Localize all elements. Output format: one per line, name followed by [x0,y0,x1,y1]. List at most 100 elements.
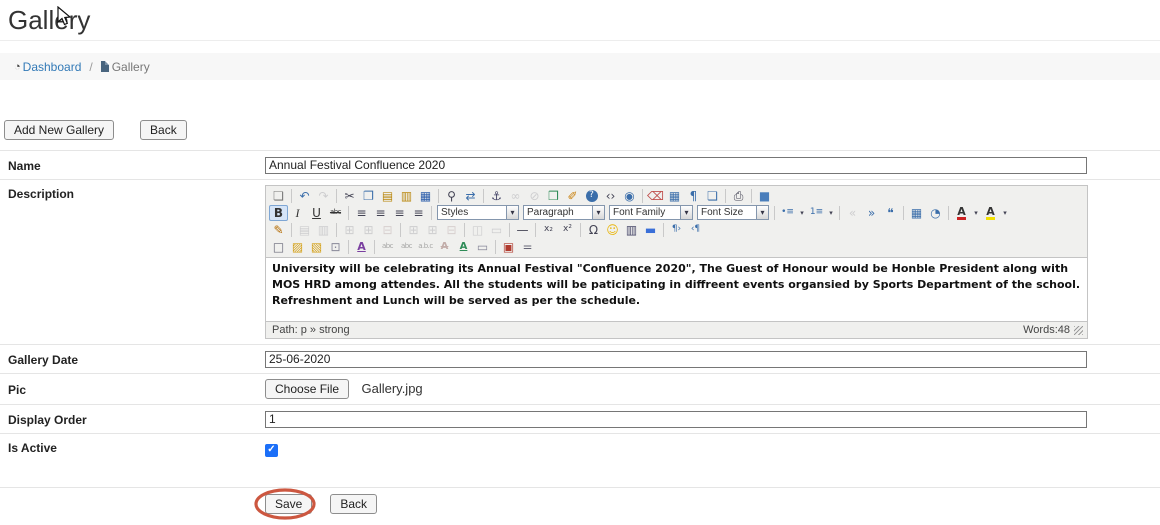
editor-content[interactable]: University will be celebrating its Annua… [266,257,1087,321]
find-replace-button[interactable]: ⇄ [461,188,480,204]
abbreviation-button[interactable]: abc [397,239,416,255]
display-order-label: Display Order [8,411,265,427]
copy-button[interactable]: ❐ [359,188,378,204]
bring-forward-button[interactable]: ▨ [288,239,307,255]
insert-image-button[interactable]: ❒ [544,188,563,204]
merge-cells-button[interactable]: ▭ [487,222,506,238]
print-button[interactable]: ⎙ [729,188,748,204]
insert-edit-table-button[interactable]: ✎ [269,222,288,238]
redo-button[interactable]: ↷ [314,188,333,204]
horizontal-rule-button[interactable]: — [513,222,532,238]
subscript-button[interactable]: x₂ [539,222,558,238]
send-backward-button[interactable]: ▧ [307,239,326,255]
save-button[interactable]: Save [265,494,312,514]
dropdown-arrow-icon[interactable]: ▾ [797,206,807,220]
dropdown-arrow-icon[interactable]: ▾ [1000,206,1010,220]
insert-col-before-button[interactable]: ⊞ [404,222,423,238]
font-color-button[interactable]: A [952,205,971,221]
new-document-button[interactable]: ❏ [269,188,288,204]
cut-button[interactable]: ✂ [340,188,359,204]
acronym-button[interactable]: a.b.c [416,239,435,255]
insert-attributes-button[interactable]: ▭ [473,239,492,255]
paste-button[interactable]: ▤ [378,188,397,204]
delete-row-button[interactable]: ⊟ [378,222,397,238]
rtl-paragraph-button[interactable]: ‹¶ [686,222,705,238]
deleted-text-button[interactable]: A [435,239,454,255]
emoticons-button[interactable]: ☺ [603,222,622,238]
anchor-button[interactable]: ⚓ [487,188,506,204]
display-order-input[interactable] [265,411,1087,428]
ltr-paragraph-button[interactable]: ¶› [667,222,686,238]
insert-col-after-button[interactable]: ⊞ [423,222,442,238]
superscript-button[interactable]: x² [558,222,577,238]
gallery-date-input[interactable] [265,351,1087,368]
show-blocks-button[interactable]: ¶ [684,188,703,204]
link-button[interactable]: ∞ [506,188,525,204]
split-cells-button[interactable]: ◫ [468,222,487,238]
insert-date-button[interactable]: ▦ [907,205,926,221]
delete-col-button[interactable]: ⊟ [442,222,461,238]
choose-file-button[interactable]: Choose File [265,379,349,399]
table-row-properties-button[interactable]: ▤ [295,222,314,238]
edit-html-button[interactable]: ‹› [601,188,620,204]
name-row: Name [0,150,1160,179]
dropdown-arrow-icon[interactable]: ▾ [971,206,981,220]
breadcrumb-dashboard-link[interactable]: ◔ Dashboard [14,60,81,74]
is-active-checkbox[interactable]: ✓ [265,444,278,457]
font-size-select[interactable]: Font Size▾ [697,205,769,220]
paragraph-select[interactable]: Paragraph▾ [523,205,605,220]
fullscreen-button[interactable]: ■ [755,188,774,204]
align-right-button[interactable]: ≡ [390,205,409,221]
add-new-gallery-button[interactable]: Add New Gallery [4,120,114,140]
absolute-position-button[interactable]: ⊡ [326,239,345,255]
page-break-button[interactable]: = [518,239,537,255]
resize-grip-icon[interactable] [1074,326,1083,335]
bold-button[interactable]: B [269,205,288,221]
numbered-list-button[interactable]: 1≡ [807,205,826,221]
undo-button[interactable]: ↶ [295,188,314,204]
page-preview-button[interactable]: ❏ [703,188,722,204]
paste-from-word-button[interactable]: ▦ [416,188,435,204]
flash-button[interactable]: ▬ [641,222,660,238]
insert-time-button[interactable]: ◔ [926,205,945,221]
dropdown-arrow-icon[interactable]: ▾ [826,206,836,220]
insert-row-before-button[interactable]: ⊞ [340,222,359,238]
insert-row-after-button[interactable]: ⊞ [359,222,378,238]
italic-button[interactable]: I [288,205,307,221]
blockquote-button[interactable]: ❝ [881,205,900,221]
remove-format-button[interactable]: ⌫ [646,188,665,204]
back-button-top[interactable]: Back [140,120,187,140]
align-center-button[interactable]: ≡ [371,205,390,221]
insert-layer-button[interactable]: □ [269,239,288,255]
name-input[interactable] [265,157,1087,174]
font-size-select-label: Font Size [697,205,757,220]
align-justify-button[interactable]: ≡ [409,205,428,221]
table-cell-properties-button[interactable]: ▥ [314,222,333,238]
align-left-button[interactable]: ≡ [352,205,371,221]
edit-css-style-button[interactable]: A [352,239,371,255]
back-button-bottom[interactable]: Back [330,494,377,514]
unlink-button[interactable]: ⊘ [525,188,544,204]
insert-media-button[interactable]: ▥ [622,222,641,238]
paste-as-text-button[interactable]: ▥ [397,188,416,204]
font-family-select[interactable]: Font Family▾ [609,205,693,220]
insert-col-after-icon: ⊞ [427,224,437,236]
citation-button[interactable]: abc [378,239,397,255]
underline-button[interactable]: U [307,205,326,221]
outdent-button[interactable]: « [843,205,862,221]
insert-table-button[interactable]: ▦ [665,188,684,204]
special-character-button[interactable]: Ω [584,222,603,238]
help-button[interactable]: ? [582,188,601,204]
indent-button[interactable]: » [862,205,881,221]
highlight-color-button[interactable]: A [981,205,1000,221]
preview-button[interactable]: ◉ [620,188,639,204]
page-preview-icon: ❏ [707,190,718,202]
styles-select[interactable]: Styles▾ [437,205,519,220]
cleanup-code-button[interactable]: ✐ [563,188,582,204]
find-button[interactable]: ⚲ [442,188,461,204]
nonbreaking-space-button[interactable]: ▣ [499,239,518,255]
inserted-text-button[interactable]: A [454,239,473,255]
strikethrough-button[interactable]: abc [326,205,345,221]
bullet-list-button[interactable]: •≡ [778,205,797,221]
editor-word-count: Words:48 [1023,324,1070,336]
